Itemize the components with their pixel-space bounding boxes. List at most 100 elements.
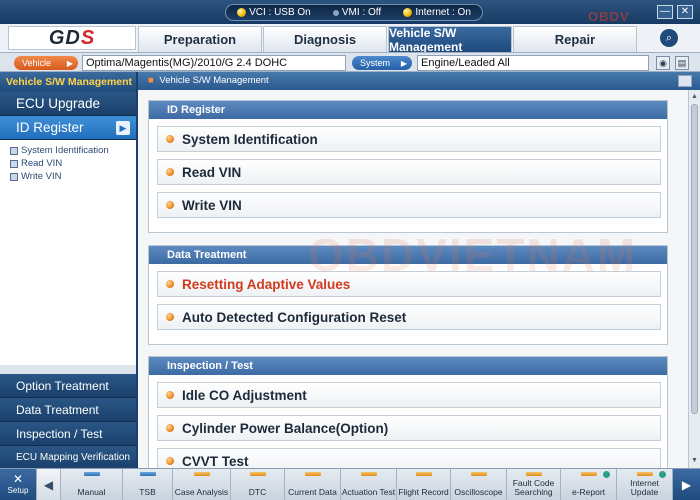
sidebar-submenu: System Identification Read VIN Write VIN xyxy=(0,140,136,365)
menu-label: CVVT Test xyxy=(182,453,249,469)
system-select-button[interactable]: System ▶ xyxy=(352,56,412,70)
sidebar-bottom-menu: Option Treatment Data Treatment Inspecti… xyxy=(0,374,136,470)
setup-label: Setup xyxy=(7,486,29,495)
close-button[interactable]: ✕ xyxy=(677,5,693,19)
scroll-up-icon[interactable]: ▲ xyxy=(690,92,699,101)
tool-label: Case Analysis xyxy=(174,487,229,497)
sidebar-item-label: Data Treatment xyxy=(16,403,99,417)
bullet-icon xyxy=(166,201,174,209)
chevron-right-icon: ▶ xyxy=(116,121,130,135)
vehicle-label: Vehicle xyxy=(22,58,52,68)
sidebar-item-option-treatment[interactable]: Option Treatment xyxy=(0,374,136,398)
vci-status-label: VCI : USB On xyxy=(249,7,311,18)
menu-idle-co-adjustment[interactable]: Idle CO Adjustment xyxy=(157,382,661,408)
toolbar-flight-record[interactable]: Flight Record xyxy=(396,469,450,500)
tab-diagnosis[interactable]: Diagnosis xyxy=(263,26,387,52)
vehicle-bar: Vehicle ▶ Optima/Magentis(MG)/2010/G 2.4… xyxy=(0,52,700,72)
scroll-down-icon[interactable]: ▼ xyxy=(690,456,699,465)
submenu-write-vin[interactable]: Write VIN xyxy=(10,170,136,183)
vertical-scrollbar[interactable]: ▲ ▼ xyxy=(688,90,700,468)
vehicle-select-button[interactable]: Vehicle ▶ xyxy=(14,56,78,70)
content-area: ID Register System Identification Read V… xyxy=(138,90,688,468)
submenu-label: System Identification xyxy=(21,145,109,156)
toolbar-actuation-test[interactable]: Actuation Test xyxy=(340,469,396,500)
bullet-icon xyxy=(166,135,174,143)
sidebar-heading: Vehicle S/W Management xyxy=(0,72,136,92)
chevron-right-icon: ▶ xyxy=(400,58,407,68)
internet-indicator-icon xyxy=(403,8,413,17)
logo-accent: S xyxy=(80,26,96,49)
tool-label: Actuation Test xyxy=(341,487,396,497)
toolbar-tsb[interactable]: TSB xyxy=(122,469,172,500)
tool-label: Internet Update xyxy=(630,478,659,497)
vci-indicator-icon xyxy=(237,8,247,17)
toolbar-manual[interactable]: Manual xyxy=(60,469,122,500)
main-header: GDS Preparation Diagnosis Vehicle S/W Ma… xyxy=(0,24,700,54)
submenu-read-vin[interactable]: Read VIN xyxy=(10,157,136,170)
chevron-right-icon: ▶ xyxy=(66,58,73,68)
tool-label: DTC xyxy=(248,487,267,497)
tool-label: Fault Code Searching xyxy=(512,478,555,497)
internet-update-icon xyxy=(636,472,653,476)
tool-label: Oscilloscope xyxy=(454,487,503,497)
sidebar-item-inspection-test[interactable]: Inspection / Test xyxy=(0,422,136,446)
menu-cylinder-power-balance[interactable]: Cylinder Power Balance(Option) xyxy=(157,415,661,441)
vci-status: VCI : USB On xyxy=(237,7,311,18)
tab-repair[interactable]: Repair xyxy=(513,26,637,52)
document-icon xyxy=(10,159,18,168)
info-badge-icon xyxy=(659,471,666,478)
system-field: Engine/Leaded All xyxy=(417,55,649,71)
setup-button[interactable]: ✕ Setup xyxy=(0,469,36,500)
menu-resetting-adaptive-values[interactable]: Resetting Adaptive Values xyxy=(157,271,661,297)
tool-label: e-Report xyxy=(571,487,606,497)
internet-status: Internet : On xyxy=(403,7,471,18)
vehicle-field: Optima/Magentis(MG)/2010/G 2.4 DOHC xyxy=(82,55,346,71)
camera-icon[interactable]: ◉ xyxy=(656,56,670,70)
window-icon[interactable] xyxy=(678,75,692,87)
toolbar-e-report[interactable]: e-Report xyxy=(560,469,616,500)
tab-preparation[interactable]: Preparation xyxy=(138,26,262,52)
sidebar-item-id-register[interactable]: ID Register ▶ xyxy=(0,116,136,140)
main-panel: ■ Vehicle S/W Management ID Register Sys… xyxy=(138,72,700,468)
toolbar-fault-code-searching[interactable]: Fault Code Searching xyxy=(506,469,560,500)
dtc-icon xyxy=(249,472,266,476)
section-data-treatment: Data Treatment Resetting Adaptive Values… xyxy=(148,245,668,345)
fault-code-searching-icon xyxy=(525,472,542,476)
toolbar-internet-update[interactable]: Internet Update xyxy=(616,469,672,500)
menu-write-vin[interactable]: Write VIN xyxy=(157,192,661,218)
sidebar-item-label: ID Register xyxy=(16,120,84,135)
print-icon[interactable]: ▤ xyxy=(675,56,689,70)
tab-vehicle-sw-management[interactable]: Vehicle S/W Management xyxy=(388,26,512,54)
sidebar-item-ecu-mapping-verification[interactable]: ECU Mapping Verification xyxy=(0,446,136,470)
breadcrumb-label: Vehicle S/W Management xyxy=(159,75,269,86)
scroll-thumb[interactable] xyxy=(691,104,698,414)
toolbar-dtc[interactable]: DTC xyxy=(230,469,284,500)
minimize-button[interactable]: — xyxy=(657,5,673,19)
bullet-icon xyxy=(166,313,174,321)
menu-auto-detected-configuration-reset[interactable]: Auto Detected Configuration Reset xyxy=(157,304,661,330)
toolbar-current-data[interactable]: Current Data xyxy=(284,469,340,500)
manual-icon xyxy=(83,472,100,476)
toolbar-oscilloscope[interactable]: Oscilloscope xyxy=(450,469,506,500)
section-title: Inspection / Test xyxy=(149,357,667,375)
toolbar-prev-button[interactable]: ◀ xyxy=(36,469,60,500)
menu-label: Cylinder Power Balance(Option) xyxy=(182,420,389,436)
current-data-icon xyxy=(304,472,321,476)
sidebar-item-data-treatment[interactable]: Data Treatment xyxy=(0,398,136,422)
bullet-icon xyxy=(166,424,174,432)
tool-label: Manual xyxy=(77,487,106,497)
section-id-register: ID Register System Identification Read V… xyxy=(148,100,668,233)
sidebar-item-ecu-upgrade[interactable]: ECU Upgrade xyxy=(0,92,136,116)
toolbar-case-analysis[interactable]: Case Analysis xyxy=(172,469,230,500)
section-title: Data Treatment xyxy=(149,246,667,264)
menu-label: Auto Detected Configuration Reset xyxy=(182,309,407,325)
toolbar-next-button[interactable]: ▶ xyxy=(672,469,700,500)
search-icon[interactable]: ⌕ xyxy=(660,29,678,47)
menu-system-identification[interactable]: System Identification xyxy=(157,126,661,152)
submenu-system-identification[interactable]: System Identification xyxy=(10,144,136,157)
menu-read-vin[interactable]: Read VIN xyxy=(157,159,661,185)
menu-cvvt-test[interactable]: CVVT Test xyxy=(157,448,661,468)
submenu-label: Write VIN xyxy=(21,171,62,182)
case-analysis-icon xyxy=(193,472,210,476)
bullet-icon xyxy=(166,391,174,399)
